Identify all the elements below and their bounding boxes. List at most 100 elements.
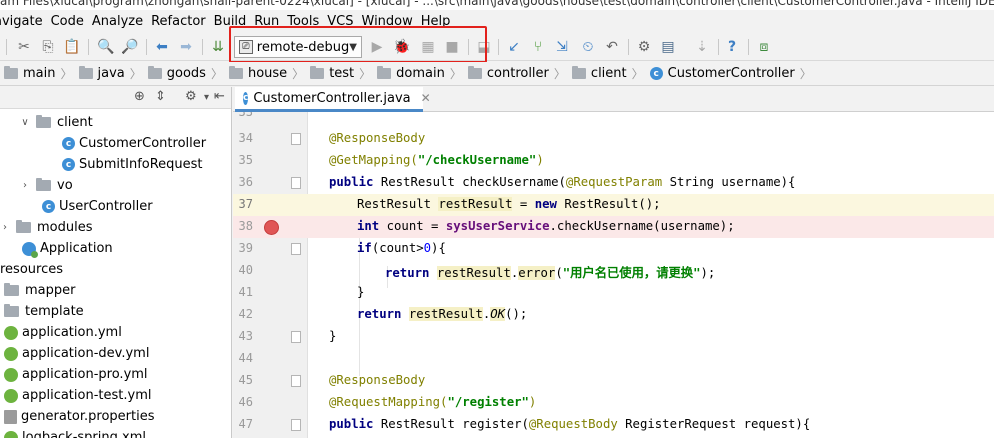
code-line: 46 @RequestMapping("/register") — [233, 392, 994, 414]
code-text: RestResult restResult = new RestResult()… — [357, 197, 661, 211]
tree-item-submitinforequest[interactable]: c SubmitInfoRequest — [0, 154, 231, 175]
breadcrumb-client[interactable]: client 〉 — [571, 65, 650, 82]
chevron-right-icon[interactable]: › — [20, 180, 30, 191]
tree-item-logback-spring-xml[interactable]: logback-spring.xml — [0, 427, 231, 438]
spring-yml-icon — [4, 388, 18, 403]
spring-yml-icon — [4, 367, 18, 382]
tree-item-application-dev-yml[interactable]: application-dev.yml — [0, 343, 231, 364]
forward-icon[interactable]: ➡ — [176, 37, 196, 57]
chevron-right-icon[interactable]: › — [0, 222, 10, 233]
properties-file-icon — [4, 409, 17, 424]
tree-item-mapper[interactable]: mapper — [0, 280, 231, 301]
find-icon[interactable]: 🔍 — [96, 37, 116, 57]
tree-item-client[interactable]: ∨ client — [0, 112, 231, 133]
breadcrumb-label: house — [247, 66, 288, 81]
tree-item-modules[interactable]: › modules — [0, 217, 231, 238]
menu-refactor[interactable]: Refactor — [151, 14, 213, 29]
tree-item-label: CustomerController — [79, 136, 207, 151]
breadcrumb-controller[interactable]: controller 〉 — [467, 65, 572, 82]
menu-analyze[interactable]: Analyze — [92, 14, 150, 29]
fold-marker-icon[interactable] — [291, 331, 301, 343]
back-icon[interactable]: ⬅ — [152, 37, 172, 57]
help-icon[interactable]: ? — [722, 37, 742, 57]
tree-item-application-yml[interactable]: application.yml — [0, 322, 231, 343]
vcs-history-icon[interactable]: ⏲ — [578, 37, 598, 57]
tree-item-vo[interactable]: › vo — [0, 175, 231, 196]
replace-icon[interactable]: 🔎 — [120, 37, 140, 57]
hide-panel-icon[interactable]: ⇤ — [214, 89, 225, 104]
fold-marker-icon[interactable] — [291, 243, 301, 255]
toolbar-separator — [628, 39, 629, 55]
breadcrumb-goods[interactable]: goods 〉 — [147, 65, 229, 82]
menu-bar: avigate Code Analyze Refactor Build Run … — [0, 10, 994, 33]
tab-customercontroller[interactable]: c CustomerController.java ✕ — [235, 87, 431, 112]
vcs-compare-icon[interactable]: ⇲ — [552, 37, 572, 57]
fold-marker-icon[interactable] — [291, 419, 301, 431]
folder-icon — [228, 66, 243, 79]
settings-icon[interactable]: ⚙ — [634, 37, 654, 57]
spring-xml-icon — [4, 430, 18, 438]
menu-navigate[interactable]: avigate — [0, 14, 50, 29]
chevron-down-icon[interactable]: ▾ — [204, 92, 209, 103]
gear-icon[interactable]: ⚙ — [185, 89, 197, 104]
plugins-icon[interactable]: ⧈ — [754, 37, 774, 57]
breakpoint-icon[interactable] — [264, 220, 279, 235]
fold-marker-icon[interactable] — [291, 375, 301, 387]
collapse-all-icon[interactable]: ⇕ — [155, 89, 166, 104]
project-structure-icon[interactable]: ▤ — [658, 37, 678, 57]
line-number: 42 — [238, 307, 253, 321]
copy-icon[interactable]: ⎘ — [38, 37, 58, 57]
menu-code[interactable]: Code — [51, 14, 91, 29]
code-text: int count = sysUserService.checkUsername… — [357, 219, 735, 233]
close-icon[interactable]: ✕ — [421, 91, 431, 105]
folder-icon — [4, 304, 19, 317]
folder-icon — [4, 66, 18, 79]
code-text: @GetMapping("/checkUsername") — [329, 153, 544, 167]
breadcrumb-label: client — [590, 66, 627, 81]
tree-item-label: mapper — [25, 283, 76, 298]
line-number: 34 — [238, 131, 253, 145]
project-panel: ⊕ ⇕ ⚙ ▾ ⇤ ∨ client c CustomerController … — [0, 87, 232, 438]
tree-item-generator-properties[interactable]: generator.properties — [0, 406, 231, 427]
breadcrumb-main[interactable]: main 〉 — [4, 65, 79, 82]
folder-icon — [377, 66, 392, 79]
folder-icon — [36, 178, 51, 191]
chevron-right-icon: 〉 — [449, 67, 462, 81]
fold-marker-icon[interactable] — [291, 177, 301, 189]
tree-item-application-test-yml[interactable]: application-test.yml — [0, 385, 231, 406]
folder-icon — [16, 220, 31, 233]
build-icon[interactable]: ⇊ — [208, 37, 228, 57]
breadcrumb-java[interactable]: java 〉 — [78, 65, 148, 82]
breadcrumb-customercontroller[interactable]: c CustomerController 〉 — [649, 65, 818, 82]
tree-item-label: vo — [57, 178, 73, 193]
vcs-revert-icon[interactable]: ↶ — [602, 37, 622, 57]
chevron-down-icon[interactable]: ∨ — [20, 117, 30, 128]
tree-item-resources[interactable]: resources — [0, 259, 231, 280]
breadcrumb-house[interactable]: house 〉 — [228, 65, 310, 82]
toolbar-separator — [748, 39, 749, 55]
cut-icon[interactable]: ✂ — [14, 37, 34, 57]
chevron-right-icon: 〉 — [292, 67, 305, 81]
vcs-update-icon[interactable]: ↙ — [504, 37, 524, 57]
code-editor[interactable]: 33 34 @ResponseBody 35 @GetMapping("/che… — [233, 112, 994, 438]
spring-yml-icon — [4, 346, 18, 361]
code-line: 34 @ResponseBody — [233, 128, 994, 150]
tree-item-usercontroller[interactable]: c UserController — [0, 196, 231, 217]
tree-item-label: application-dev.yml — [22, 346, 150, 361]
fold-marker-icon[interactable] — [291, 133, 301, 145]
breadcrumb-domain[interactable]: domain 〉 — [377, 65, 468, 82]
chevron-right-icon: 〉 — [129, 67, 142, 81]
tree-item-application-pro-yml[interactable]: application-pro.yml — [0, 364, 231, 385]
tree-item-application[interactable]: Application — [0, 238, 231, 259]
tree-item-label: modules — [37, 220, 93, 235]
code-text: @RequestMapping("/register") — [329, 395, 537, 409]
paste-icon[interactable]: 📋 — [62, 37, 82, 57]
breadcrumb-test[interactable]: test 〉 — [310, 65, 377, 82]
locate-icon[interactable]: ⊕ — [134, 89, 145, 104]
code-text: public RestResult register(@RequestBody … — [329, 417, 811, 431]
tree-item-customercontroller[interactable]: c CustomerController — [0, 133, 231, 154]
code-line: 42 return restResult.OK(); — [233, 304, 994, 326]
vcs-commit-icon[interactable]: ⑂ — [528, 37, 548, 57]
sdk-icon[interactable]: ⇣ — [692, 37, 712, 57]
tree-item-template[interactable]: template — [0, 301, 231, 322]
